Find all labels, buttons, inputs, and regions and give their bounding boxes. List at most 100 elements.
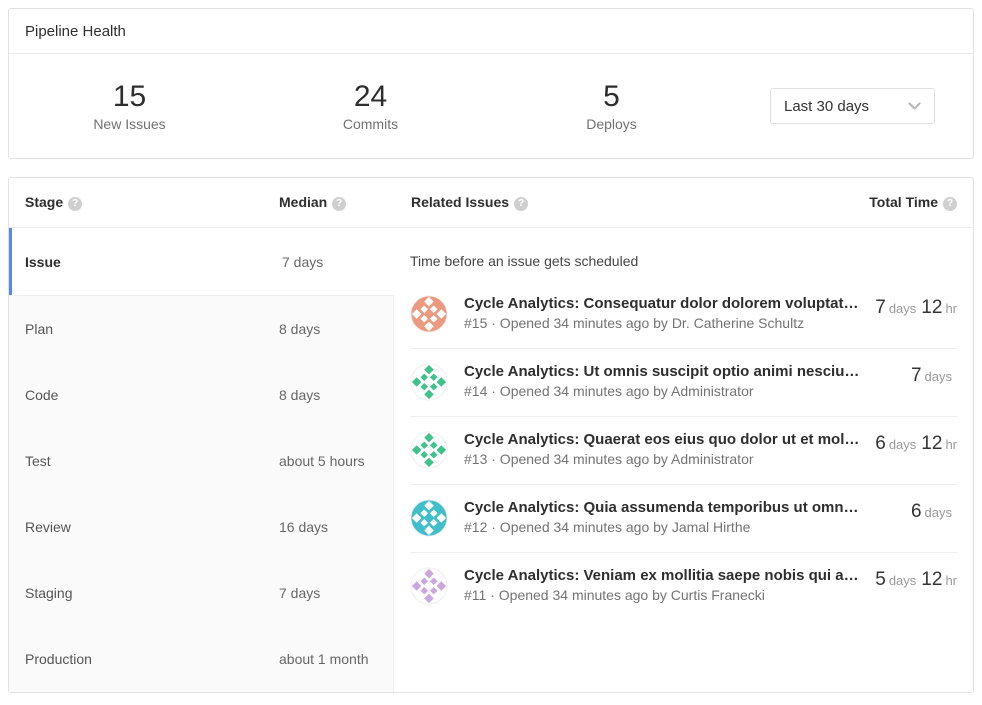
date-range-column: Last 30 days	[732, 88, 973, 124]
issue-row: Cycle Analytics: Quia assumenda temporib…	[410, 484, 957, 552]
stage-name: Review	[9, 519, 279, 535]
issue-total-time: 6days	[911, 499, 957, 523]
total-time-value: 6	[911, 501, 922, 522]
issue-author-link[interactable]: Administrator	[671, 451, 753, 467]
help-icon[interactable]: ?	[943, 197, 957, 211]
stat-commits-label: Commits	[250, 116, 491, 132]
stage-nav-rest: Plan 8 days Code 8 days Test about 5 hou…	[9, 295, 394, 692]
help-icon[interactable]: ?	[332, 197, 346, 211]
stat-new-issues-value: 15	[9, 80, 250, 115]
stage-item-production[interactable]: Production about 1 month	[9, 626, 393, 692]
column-header-stage-label: Stage	[25, 194, 63, 210]
issue-row: Cycle Analytics: Consequatur dolor dolor…	[410, 281, 957, 348]
issue-meta: #11 · Opened 34 minutes ago by Curtis Fr…	[464, 587, 861, 603]
total-time-value: 6	[875, 433, 886, 454]
help-icon[interactable]: ?	[68, 197, 82, 211]
total-time-value: 7	[875, 297, 886, 318]
issue-opened-text: · Opened 34 minutes ago by	[491, 383, 668, 399]
total-time-value: 12	[921, 433, 942, 454]
issue-author-link[interactable]: Curtis Franecki	[671, 587, 765, 603]
stage-name: Code	[9, 387, 279, 403]
total-time-value: 12	[921, 569, 942, 590]
issue-ref: #15	[464, 315, 487, 331]
stage-item-issue[interactable]: Issue 7 days	[9, 228, 394, 295]
issue-meta: #14 · Opened 34 minutes ago by Administr…	[464, 383, 897, 399]
issue-total-time: 7days 12hr	[875, 295, 957, 319]
column-header-related-issues-label: Related Issues	[411, 194, 509, 210]
table-body: Issue 7 days Plan 8 days Code 8 days Tes…	[9, 228, 973, 692]
stage-name: Issue	[12, 254, 282, 270]
issue-main: Cycle Analytics: Ut omnis suscipit optio…	[464, 363, 897, 399]
issue-ref: #11	[464, 587, 486, 603]
stage-item-code[interactable]: Code 8 days	[9, 362, 393, 428]
issue-author-link[interactable]: Dr. Catherine Schultz	[672, 315, 804, 331]
stage-median: 16 days	[279, 519, 328, 535]
column-header-total-time: Total Time?	[869, 194, 973, 211]
stage-item-staging[interactable]: Staging 7 days	[9, 560, 393, 626]
stat-commits: 24 Commits	[250, 80, 491, 132]
stat-new-issues: 15 New Issues	[9, 80, 250, 132]
issue-title-link[interactable]: Cycle Analytics: Quia assumenda temporib…	[464, 499, 897, 516]
stat-deploys-value: 5	[491, 80, 732, 115]
issue-meta: #15 · Opened 34 minutes ago by Dr. Cathe…	[464, 315, 861, 331]
issue-ref: #12	[464, 519, 487, 535]
stage-name: Test	[9, 453, 279, 469]
related-issues-panel: Time before an issue gets scheduled Cycl…	[394, 228, 973, 692]
total-time-unit: days	[925, 505, 952, 520]
issue-author-link[interactable]: Jamal Hirthe	[672, 519, 751, 535]
column-header-stage: Stage?	[9, 194, 279, 211]
pipeline-health-panel: Pipeline Health 15 New Issues 24 Commits…	[8, 8, 974, 159]
cycle-analytics-page: Pipeline Health 15 New Issues 24 Commits…	[0, 0, 982, 701]
stage-description: Time before an issue gets scheduled	[410, 228, 957, 281]
stat-new-issues-label: New Issues	[9, 116, 250, 132]
issue-author-link[interactable]: Administrator	[671, 383, 753, 399]
identicon-avatar	[410, 499, 448, 537]
issue-main: Cycle Analytics: Veniam ex mollitia saep…	[464, 567, 861, 603]
issue-meta: #12 · Opened 34 minutes ago by Jamal Hir…	[464, 519, 897, 535]
total-time-unit: days	[889, 573, 916, 588]
total-time-value: 5	[875, 569, 886, 590]
issue-title-link[interactable]: Cycle Analytics: Quaerat eos eius quo do…	[464, 431, 861, 448]
identicon-avatar	[410, 431, 448, 469]
stage-nav: Issue 7 days Plan 8 days Code 8 days Tes…	[9, 228, 394, 692]
stage-name: Production	[9, 651, 279, 667]
stage-median: 7 days	[282, 254, 323, 270]
issue-title-link[interactable]: Cycle Analytics: Consequatur dolor dolor…	[464, 295, 861, 312]
issue-total-time: 5days12hr	[875, 567, 957, 591]
issue-row: Cycle Analytics: Ut omnis suscipit optio…	[410, 348, 957, 416]
issue-meta: #13 · Opened 34 minutes ago by Administr…	[464, 451, 861, 467]
column-header-related-issues: Related Issues?	[394, 194, 869, 211]
issue-ref: #14	[464, 383, 487, 399]
stat-deploys-label: Deploys	[491, 116, 732, 132]
stage-median: 8 days	[279, 387, 320, 403]
stat-deploys: 5 Deploys	[491, 80, 732, 132]
identicon-avatar	[410, 295, 448, 333]
issue-opened-text: · Opened 34 minutes ago by	[490, 587, 667, 603]
total-time-value: 7	[911, 365, 922, 386]
stage-item-review[interactable]: Review 16 days	[9, 494, 393, 560]
issue-ref: #13	[464, 451, 487, 467]
column-header-total-time-label: Total Time	[869, 194, 938, 210]
stat-commits-value: 24	[250, 80, 491, 115]
total-time-unit: days	[925, 369, 952, 384]
panel-title: Pipeline Health	[9, 9, 973, 54]
stage-item-plan[interactable]: Plan 8 days	[9, 296, 393, 362]
stage-median: 8 days	[279, 321, 320, 337]
issue-main: Cycle Analytics: Quaerat eos eius quo do…	[464, 431, 861, 467]
help-icon[interactable]: ?	[514, 197, 528, 211]
issue-opened-text: · Opened 34 minutes ago by	[491, 451, 668, 467]
issue-main: Cycle Analytics: Quia assumenda temporib…	[464, 499, 897, 535]
stage-median: about 1 month	[279, 651, 369, 667]
stage-item-test[interactable]: Test about 5 hours	[9, 428, 393, 494]
issue-title-link[interactable]: Cycle Analytics: Ut omnis suscipit optio…	[464, 363, 897, 380]
issue-title-link[interactable]: Cycle Analytics: Veniam ex mollitia saep…	[464, 567, 861, 584]
cycle-analytics-panel: Stage? Median? Related Issues? Total Tim…	[8, 177, 974, 693]
total-time-unit: hr	[945, 301, 957, 316]
identicon-avatar	[410, 363, 448, 401]
issue-row: Cycle Analytics: Veniam ex mollitia saep…	[410, 552, 957, 620]
total-time-value: 12	[921, 297, 942, 318]
total-time-unit: days	[889, 301, 916, 316]
issue-opened-text: · Opened 34 minutes ago by	[491, 519, 668, 535]
date-range-dropdown[interactable]: Last 30 days	[770, 88, 935, 124]
stage-name: Plan	[9, 321, 279, 337]
